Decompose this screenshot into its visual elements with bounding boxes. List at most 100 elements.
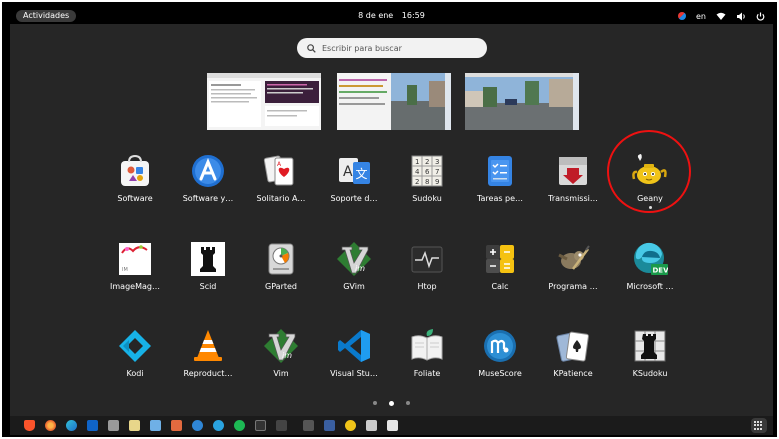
sudoku-digit: 2 — [425, 158, 429, 166]
app-sudoku[interactable]: 123467289 Sudoku — [390, 153, 464, 204]
app-foliate[interactable]: Foliate — [390, 328, 464, 379]
app-edge-dev[interactable]: DEV Microsoft … — [613, 241, 687, 292]
files-icon[interactable] — [108, 420, 119, 431]
app-label: Kodi — [126, 369, 144, 378]
app-scid[interactable]: Scid — [171, 241, 245, 292]
show-apps-button[interactable] — [751, 418, 767, 433]
geany-icon[interactable] — [345, 420, 356, 431]
app-musescore[interactable]: MuseScore — [463, 328, 537, 379]
svg-text:A: A — [343, 164, 353, 180]
search-box[interactable] — [297, 38, 487, 58]
app-label: Scid — [199, 282, 217, 291]
scid-icon — [190, 241, 226, 277]
software-updates-icon — [190, 153, 226, 189]
app-label: Reproduct… — [183, 369, 233, 378]
app-label: KPatience — [553, 369, 593, 378]
app-label: GParted — [265, 282, 297, 291]
script-icon[interactable] — [276, 420, 287, 431]
window-thumbnail-1[interactable] — [207, 73, 321, 130]
app-imagemagick[interactable]: IM ImageMag… — [98, 241, 172, 292]
clock[interactable]: 8 de ene 16:59 — [10, 10, 773, 22]
clock-date: 8 de ene — [358, 11, 394, 20]
app-kpatience[interactable]: KPatience — [536, 328, 610, 379]
svg-text:文: 文 — [356, 166, 368, 181]
browser-icon[interactable] — [192, 420, 203, 431]
app-icon[interactable] — [129, 420, 140, 431]
app-software-updates[interactable]: Software y… — [171, 153, 245, 204]
app-tasks[interactable]: Tareas pe… — [463, 153, 537, 204]
svg-text:IM: IM — [122, 267, 128, 273]
foliate-icon — [409, 328, 445, 364]
window-thumbnail-content — [465, 73, 573, 130]
top-bar: Actividades 8 de ene 16:59 en — [10, 8, 773, 24]
firefox-icon[interactable] — [45, 420, 56, 431]
brave-icon[interactable] — [24, 420, 35, 431]
sudoku-digit: 7 — [435, 168, 439, 176]
app-gimp[interactable]: Programa … — [536, 241, 610, 292]
app-gparted[interactable]: GParted — [244, 241, 318, 292]
app-label: Tareas pe… — [476, 194, 524, 203]
screenshot-frame: Actividades 8 de ene 16:59 en Escribir p… — [2, 2, 777, 437]
language-indicator[interactable]: en — [696, 12, 706, 21]
vim-icon: im — [263, 328, 299, 364]
app-label: Soporte d… — [330, 194, 378, 203]
kodi-icon — [117, 328, 153, 364]
app-software[interactable]: Software — [98, 153, 172, 204]
spotify-icon[interactable] — [234, 420, 245, 431]
power-icon[interactable] — [756, 12, 765, 21]
app-label: Vim — [273, 369, 289, 378]
monitor-icon[interactable] — [303, 420, 314, 431]
app-label: Calc — [491, 282, 509, 291]
document-icon[interactable] — [150, 420, 161, 431]
image-icon[interactable] — [366, 420, 377, 431]
edge-icon[interactable] — [66, 420, 77, 431]
app-calc[interactable]: Calc — [463, 241, 537, 292]
imagemagick-icon: IM — [117, 241, 153, 277]
terminal-icon[interactable] — [255, 420, 266, 431]
sudoku-icon: 123467289 — [409, 153, 445, 189]
window-thumbnail-3[interactable] — [465, 73, 579, 130]
outlook-icon[interactable] — [87, 420, 98, 431]
app-label: Sudoku — [412, 194, 442, 203]
app-transmission[interactable]: Transmissi… — [536, 153, 610, 204]
app-kodi[interactable]: Kodi — [98, 328, 172, 379]
app-label: ImageMag… — [110, 282, 160, 291]
app-solitaire[interactable]: A Solitario A… — [244, 153, 318, 204]
app-label: Microsoft … — [626, 282, 674, 291]
app-label: Visual Stu… — [330, 369, 378, 378]
window-thumbnail-2[interactable] — [337, 73, 451, 130]
window-thumbnail-content — [207, 73, 321, 127]
wifi-icon[interactable] — [716, 12, 726, 21]
note-icon[interactable] — [387, 420, 398, 431]
svg-text:DEV: DEV — [653, 267, 669, 275]
htop-icon — [409, 241, 445, 277]
system-tray: en — [678, 10, 765, 22]
search-input[interactable] — [322, 43, 472, 53]
app-ksudoku[interactable]: KSudoku — [613, 328, 687, 379]
system-icon[interactable] — [324, 420, 335, 431]
page-dot-1[interactable] — [373, 401, 377, 405]
musescore-icon — [482, 328, 518, 364]
language-support-icon: A文 — [336, 153, 372, 189]
page-dot-3[interactable] — [406, 401, 410, 405]
app-language-support[interactable]: A文 Soporte d… — [317, 153, 391, 204]
app-htop[interactable]: Htop — [390, 241, 464, 292]
ksudoku-icon — [632, 328, 668, 364]
app-vim[interactable]: im Vim — [244, 328, 318, 379]
app-gvim[interactable]: im GVim — [317, 241, 391, 292]
kpatience-icon — [555, 328, 591, 364]
svg-text:im: im — [355, 264, 365, 273]
app-label: Solitario A… — [256, 194, 306, 203]
gvim-icon: im — [336, 241, 372, 277]
app-vlc[interactable]: Reproduct… — [171, 328, 245, 379]
telegram-icon[interactable] — [213, 420, 224, 431]
calc-icon — [482, 241, 518, 277]
app-label: Software y… — [182, 194, 234, 203]
sudoku-digit: 6 — [425, 168, 430, 176]
page-dot-2[interactable] — [389, 401, 394, 406]
tray-app-icon[interactable] — [678, 12, 686, 20]
app-vscode[interactable]: Visual Stu… — [317, 328, 391, 379]
store-icon[interactable] — [171, 420, 182, 431]
sudoku-digit: 4 — [415, 168, 420, 176]
volume-icon[interactable] — [736, 12, 746, 21]
